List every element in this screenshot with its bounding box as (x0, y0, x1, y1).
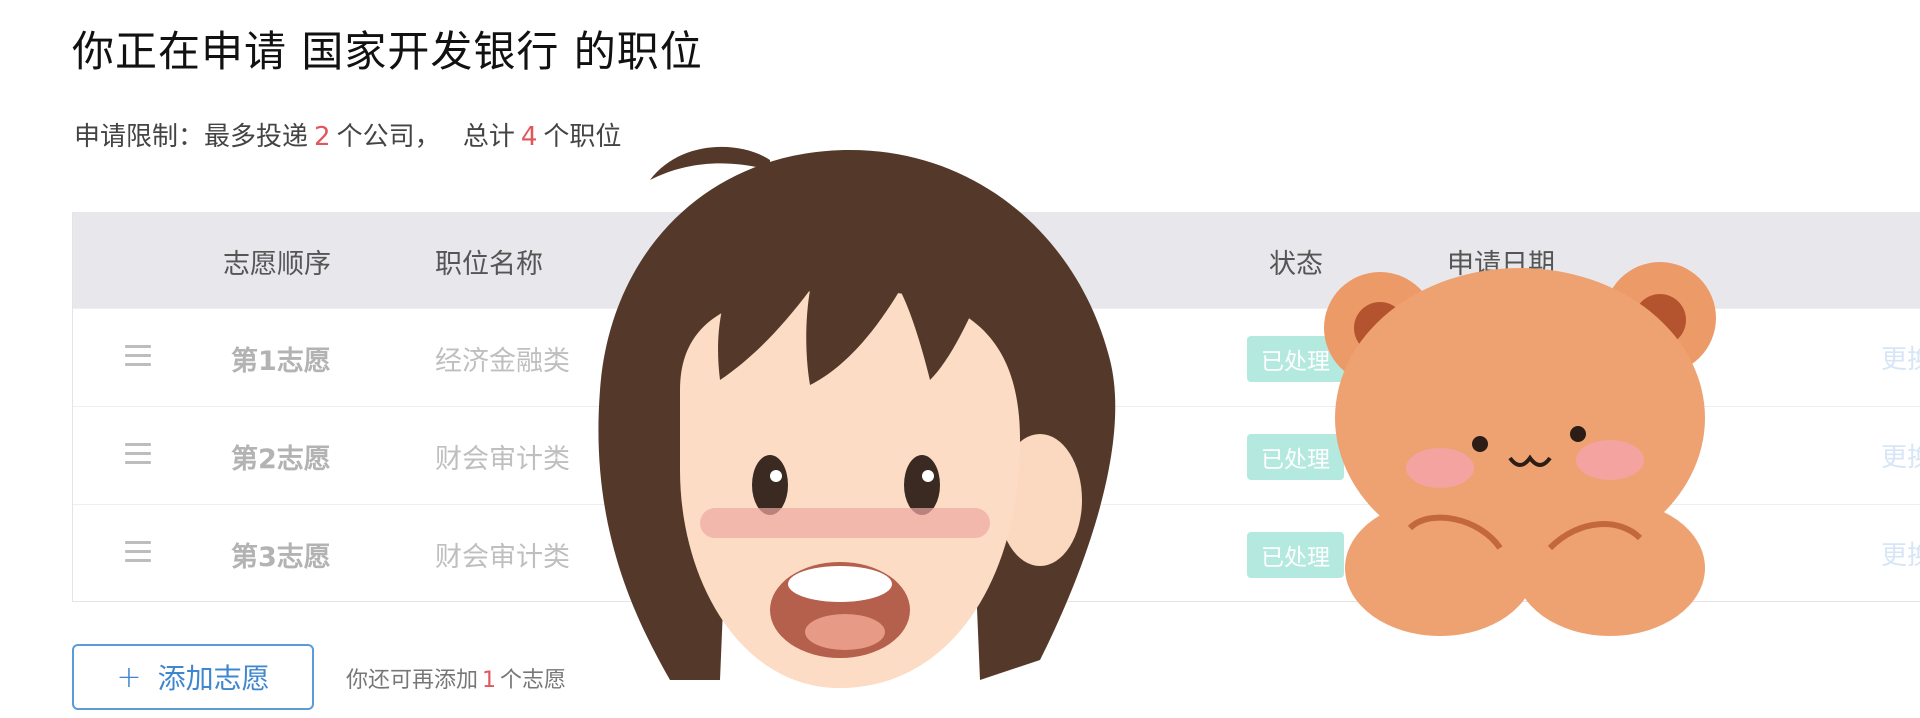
table-row[interactable]: 第2志愿 财会审计类 已处理 更换 (73, 406, 1920, 503)
header-position: 职位名称 (435, 249, 543, 280)
position-limit-count: 4 (520, 122, 538, 152)
hint-prefix: 你还可再添加 (346, 668, 479, 693)
drag-handle-icon[interactable] (125, 443, 151, 465)
header-date: 申请日期 (1447, 249, 1555, 280)
table-row[interactable]: 第3志愿 财会审计类 已处理 更换 (73, 504, 1920, 601)
add-preference-button[interactable]: + 添加志愿 (72, 644, 314, 710)
row-order: 第2志愿 (231, 444, 331, 475)
limit-total-prefix: 总计 (462, 122, 515, 152)
header-status: 状态 (1269, 249, 1323, 280)
company-limit-count: 2 (314, 122, 331, 152)
row-order: 第1志愿 (231, 346, 331, 377)
status-badge: 已处理 (1247, 532, 1344, 578)
limit-prefix: 申请限制：最多投递 (74, 122, 309, 152)
application-limit-text: 申请限制：最多投递 2 个公司， 总计 4 个职位 (74, 116, 621, 153)
status-badge: 已处理 (1247, 336, 1344, 382)
plus-icon: + (116, 659, 142, 695)
limit-company-suffix: 个公司， (336, 122, 441, 152)
limit-position-suffix: 个职位 (543, 122, 622, 152)
page-title: 你正在申请 国家开发银行 的职位 (72, 27, 703, 76)
hint-count: 1 (482, 668, 497, 693)
row-position: 财会审计类 (435, 542, 570, 573)
change-link[interactable]: 更换 (1881, 535, 1920, 572)
remaining-hint: 你还可再添加 1 个志愿 (346, 662, 566, 694)
change-link[interactable]: 更换 (1881, 437, 1920, 474)
hint-suffix: 个志愿 (500, 668, 567, 693)
add-preference-label: 添加志愿 (157, 662, 270, 695)
status-badge: 已处理 (1247, 434, 1344, 480)
row-order: 第3志愿 (231, 542, 331, 573)
preference-table: 志愿顺序 职位名称 状态 申请日期 第1志愿 经济金融类 已处理 更换 第2志愿… (72, 212, 1920, 602)
row-position: 财会审计类 (435, 444, 570, 475)
table-header: 志愿顺序 职位名称 状态 申请日期 (73, 212, 1920, 308)
change-link[interactable]: 更换 (1881, 339, 1920, 376)
header-order: 志愿顺序 (223, 249, 331, 280)
drag-handle-icon[interactable] (125, 345, 151, 367)
table-row[interactable]: 第1志愿 经济金融类 已处理 更换 (73, 308, 1920, 405)
row-position: 经济金融类 (435, 346, 570, 377)
drag-handle-icon[interactable] (125, 541, 151, 563)
